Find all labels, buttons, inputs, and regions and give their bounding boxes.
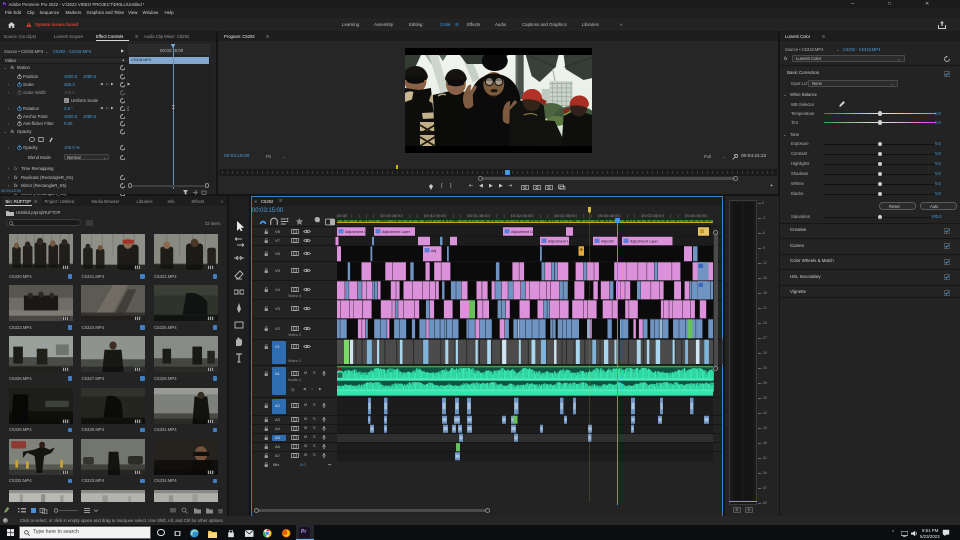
svg-text:Adjustment Layer: Adjustment Layer xyxy=(548,240,577,244)
svg-text:Adj: Adj xyxy=(431,249,436,253)
svg-text:Adjustment Layer: Adjustment Layer xyxy=(345,230,374,234)
svg-text:Adjustment Layer: Adjustment Layer xyxy=(382,230,411,234)
svg-text:Adjustm: Adjustm xyxy=(601,240,614,244)
svg-text:Adjustment Layer: Adjustment Layer xyxy=(511,230,540,234)
svg-text:Adjustment Layer: Adjustment Layer xyxy=(630,240,659,244)
